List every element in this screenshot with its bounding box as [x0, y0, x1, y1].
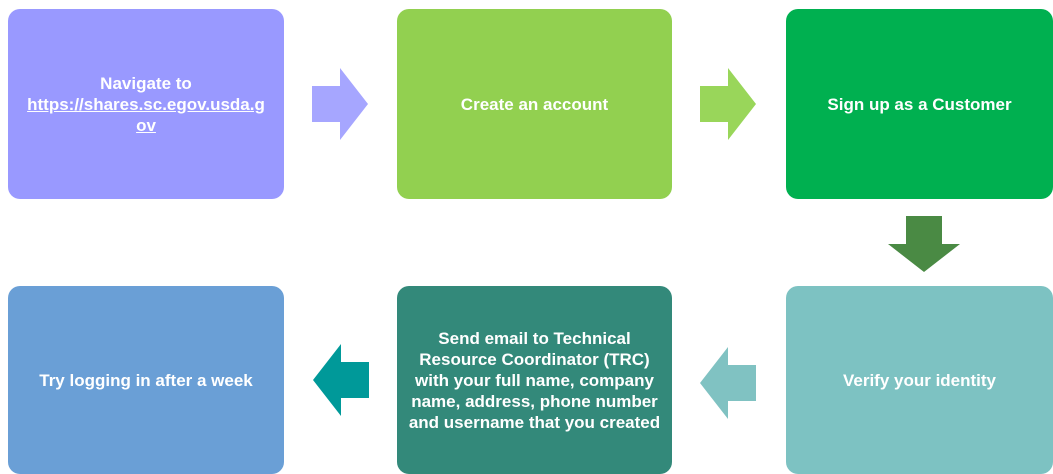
step-navigate-label: Navigate to	[100, 73, 192, 93]
step-create-account-box: Create an account	[397, 9, 672, 199]
step-send-email-label: Send email to Technical Resource Coordin…	[408, 328, 661, 432]
arrow-shape	[888, 216, 960, 272]
arrow-left-icon	[313, 344, 369, 416]
arrow-shape	[700, 68, 756, 140]
step-try-login-box: Try logging in after a week	[8, 286, 284, 474]
arrow-right-icon	[312, 68, 368, 140]
shares-site-link[interactable]: https://shares.sc.egov.usda.gov	[27, 95, 265, 135]
arrow-shape	[312, 68, 368, 140]
arrow-right-icon	[700, 68, 756, 140]
arrow-shape	[700, 347, 756, 419]
step-send-email-box: Send email to Technical Resource Coordin…	[397, 286, 672, 474]
arrow-down-icon	[888, 216, 960, 272]
arrow-left-icon	[700, 347, 756, 419]
step-sign-up-label: Sign up as a Customer	[827, 94, 1012, 114]
step-navigate-box: Navigate to https://shares.sc.egov.usda.…	[8, 9, 284, 199]
step-sign-up-box: Sign up as a Customer	[786, 9, 1053, 199]
step-verify-identity-label: Verify your identity	[842, 370, 997, 390]
step-create-account-label: Create an account	[460, 94, 609, 114]
step-try-login-label: Try logging in after a week	[39, 370, 253, 390]
step-verify-identity-box: Verify your identity	[786, 286, 1053, 474]
arrow-shape	[313, 344, 369, 416]
